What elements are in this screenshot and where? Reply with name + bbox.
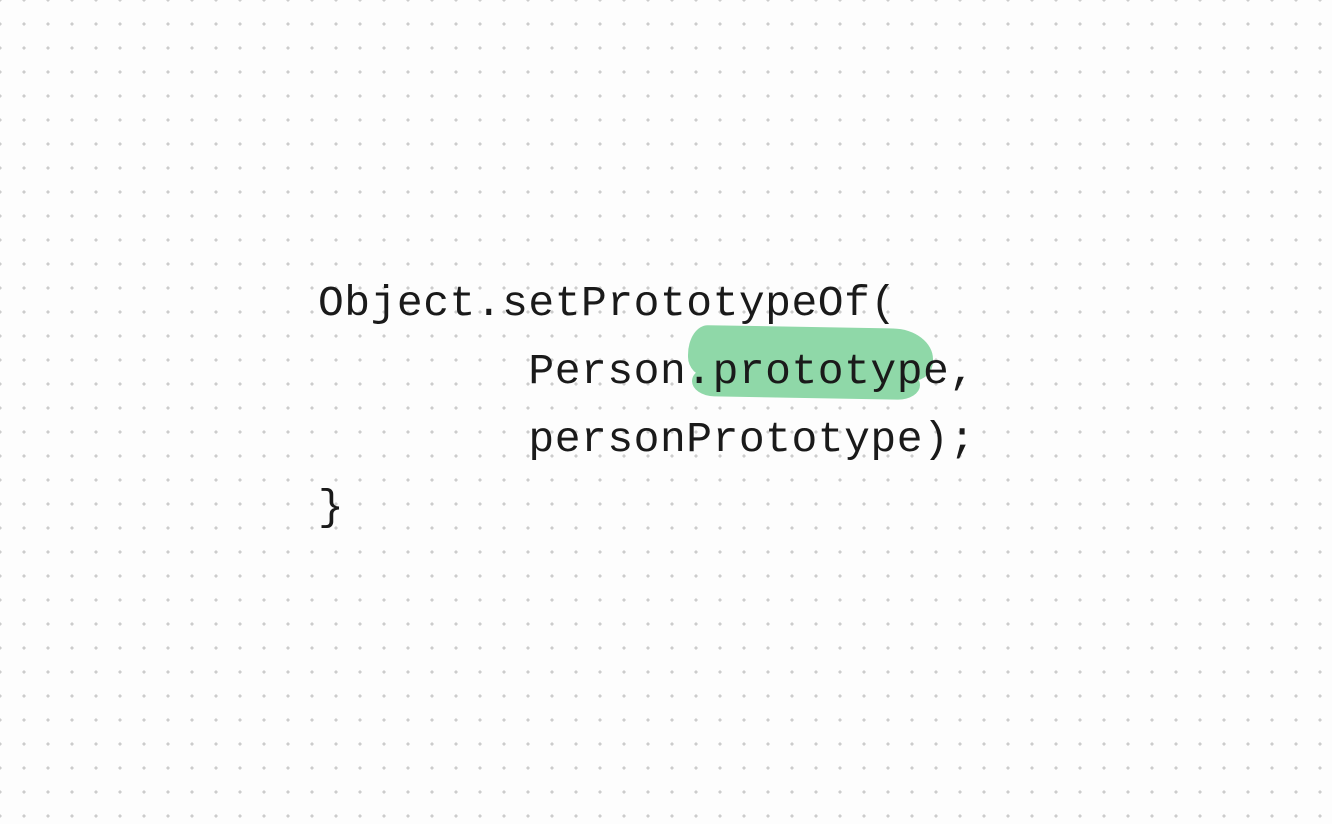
code-line-3: personPrototype); <box>318 406 976 474</box>
code-snippet: Object.setPrototypeOf( Person.prototype,… <box>318 270 976 542</box>
code-line-2: Person.prototype, <box>318 338 976 406</box>
code-line-4: } <box>318 474 976 542</box>
code-line-1: Object.setPrototypeOf( <box>318 270 976 338</box>
